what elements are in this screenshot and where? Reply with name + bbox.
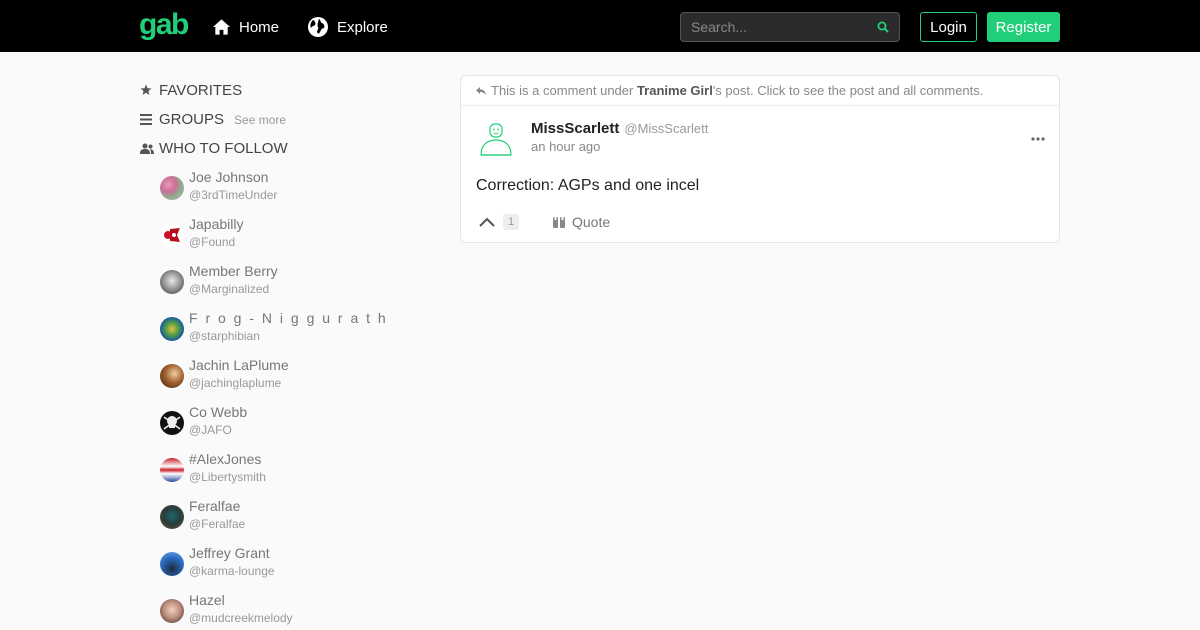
vote-count: 1 [503, 214, 519, 230]
post-actions: 1 Quote [479, 211, 610, 233]
quote-label: Quote [572, 214, 611, 230]
note-author-link[interactable]: Tranime Girl [637, 83, 713, 98]
sidebar-who-to-follow: WHO TO FOLLOW [140, 138, 288, 158]
post-body: Correction: AGPs and one incel [476, 177, 700, 194]
nav-home-link[interactable]: Home [212, 16, 279, 38]
follow-handle: @Libertysmith [189, 470, 266, 484]
login-button[interactable]: Login [920, 12, 977, 42]
more-dots-icon [1031, 137, 1045, 141]
search-icon[interactable] [877, 21, 889, 33]
follow-handle: @Feralfae [189, 517, 246, 531]
follow-handle: @starphibian [189, 329, 260, 343]
follow-item[interactable]: Member Berry @Marginalized [160, 262, 420, 309]
follow-name: Co Webb [189, 404, 248, 420]
follow-item[interactable]: Feralfae @Feralfae [160, 497, 420, 544]
follow-handle: @mudcreekmelody [189, 611, 293, 625]
avatar [160, 552, 184, 576]
nav-explore-label: Explore [337, 18, 388, 36]
post-author: MissScarlett @MissScarlett [531, 120, 708, 137]
note-suffix: 's post. Click to see the post and all c… [712, 83, 984, 98]
reply-arrow-icon [476, 86, 486, 95]
follow-name: F r o g - N i g g u r a t h [189, 310, 388, 326]
avatar [160, 364, 184, 388]
gab-logo[interactable]: gab [139, 9, 189, 41]
post-author-handle[interactable]: @MissScarlett [624, 121, 708, 136]
search-input[interactable] [681, 13, 899, 41]
sidebar-who-to-follow-label: WHO TO FOLLOW [159, 139, 288, 157]
star-icon [140, 84, 152, 95]
follow-item[interactable]: Jeffrey Grant @karma-lounge [160, 544, 420, 591]
follow-name: Jeffrey Grant [189, 545, 270, 561]
avatar [160, 270, 184, 294]
follow-handle: @Marginalized [189, 282, 270, 296]
quote-icon [553, 215, 565, 228]
quote-button[interactable]: Quote [553, 214, 610, 230]
search-box [680, 12, 900, 42]
follow-item[interactable]: F r o g - N i g g u r a t h @starphibian [160, 309, 420, 356]
follow-item[interactable]: Co Webb @JAFO [160, 403, 420, 450]
follow-name: Joe Johnson [189, 169, 269, 185]
post-author-avatar[interactable] [478, 120, 514, 160]
follow-name: Japabilly [189, 216, 244, 232]
follow-name: #AlexJones [189, 451, 262, 467]
follow-name: Member Berry [189, 263, 278, 279]
avatar [160, 411, 184, 435]
follow-item[interactable]: Hazel @mudcreekmelody [160, 591, 420, 630]
follow-item[interactable]: Japabilly @Found [160, 215, 420, 262]
default-avatar-icon [480, 123, 512, 156]
follow-item[interactable]: #AlexJones @Libertysmith [160, 450, 420, 497]
note-prefix: This is a comment under [491, 83, 637, 98]
who-to-follow-list: Joe Johnson @3rdTimeUnder Japabilly @Fou… [160, 168, 420, 630]
chevron-up-icon [479, 217, 495, 227]
post-author-name[interactable]: MissScarlett [531, 120, 619, 137]
post-options-button[interactable] [1031, 128, 1045, 146]
users-icon [140, 143, 154, 154]
nav-home-label: Home [239, 18, 280, 36]
follow-name: Jachin LaPlume [189, 357, 289, 373]
avatar [160, 317, 184, 341]
follow-name: Feralfae [189, 498, 241, 514]
follow-name: Hazel [189, 592, 225, 608]
post-card: This is a comment under Tranime Girl's p… [460, 75, 1060, 243]
avatar [160, 599, 184, 623]
avatar [160, 223, 184, 247]
sidebar-groups-label: GROUPS [159, 110, 225, 128]
list-icon [140, 113, 152, 125]
post-timestamp[interactable]: an hour ago [531, 139, 600, 154]
nav-explore-link[interactable]: Explore [307, 16, 388, 38]
sidebar-favorites[interactable]: FAVORITES [140, 80, 242, 100]
sidebar-favorites-label: FAVORITES [159, 81, 243, 99]
register-button[interactable]: Register [987, 12, 1060, 42]
avatar [160, 176, 184, 200]
groups-see-more-link[interactable]: See more [234, 113, 286, 127]
sidebar-groups[interactable]: GROUPS See more [140, 109, 286, 129]
top-navbar: gab Home Explore Login Register [0, 0, 1200, 52]
follow-handle: @JAFO [189, 423, 232, 437]
home-icon [212, 19, 231, 35]
avatar [160, 505, 184, 529]
follow-handle: @Found [189, 235, 236, 249]
follow-item[interactable]: Jachin LaPlume @jachinglaplume [160, 356, 420, 403]
avatar [160, 458, 184, 482]
follow-handle: @jachinglaplume [189, 376, 282, 390]
comment-parent-note[interactable]: This is a comment under Tranime Girl's p… [461, 76, 1059, 106]
follow-handle: @3rdTimeUnder [189, 188, 278, 202]
follow-handle: @karma-lounge [189, 564, 275, 578]
follow-item[interactable]: Joe Johnson @3rdTimeUnder [160, 168, 420, 215]
globe-icon [308, 17, 328, 37]
upvote-button[interactable]: 1 [479, 214, 519, 230]
